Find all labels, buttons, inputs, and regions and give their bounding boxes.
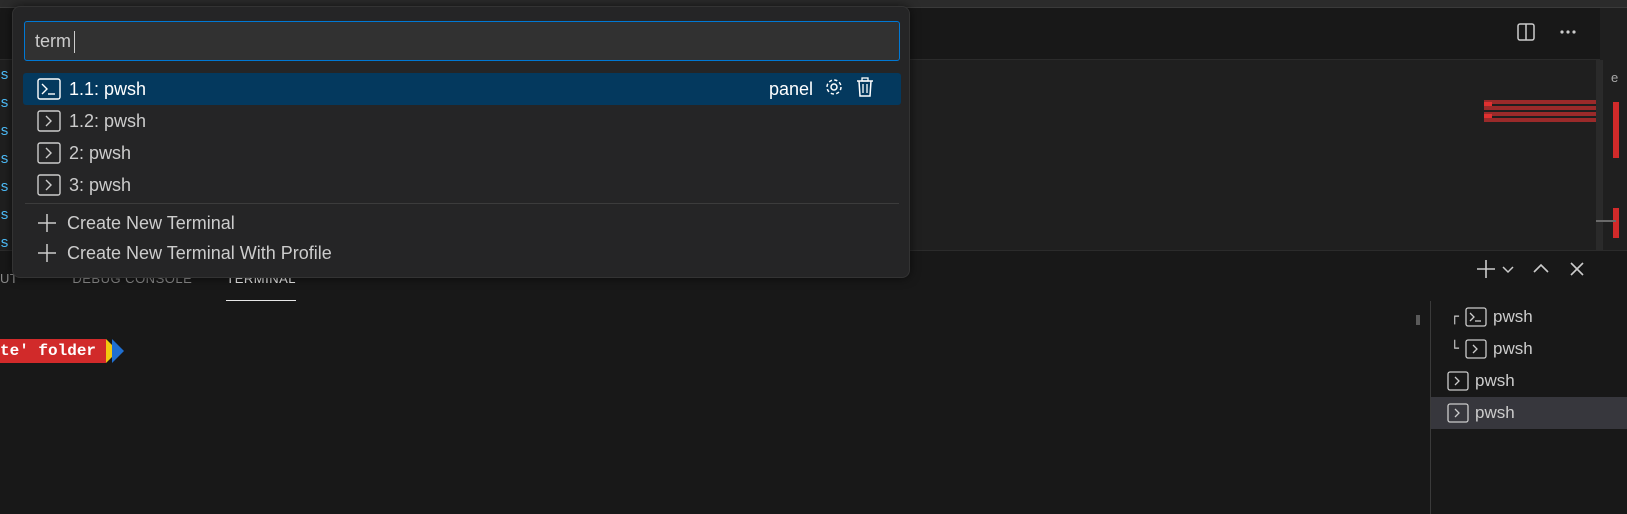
quick-pick-item[interactable]: 2: pwsh — [23, 137, 901, 169]
create-new-terminal-item[interactable]: Create New Terminal — [23, 208, 901, 238]
tree-connector: └ — [1450, 341, 1459, 357]
trash-icon[interactable] — [855, 76, 875, 103]
side-editor-text: e — [1611, 70, 1619, 85]
prompt-segment: te' folder — [0, 339, 107, 363]
prompt-arrow-blue — [112, 339, 125, 363]
minimap[interactable] — [1484, 100, 1596, 130]
quick-pick-item-label: 3: pwsh — [69, 174, 132, 195]
terminal-powershell-icon — [37, 77, 63, 101]
quick-pick-item-label: 1.2: pwsh — [69, 110, 147, 131]
terminal-icon — [1447, 371, 1469, 391]
plus-icon — [37, 243, 61, 263]
code-line-fragment: s — [0, 207, 8, 224]
terminal-powershell-icon — [1465, 307, 1487, 327]
plus-icon — [37, 213, 61, 233]
vscode-window: s s s s s s s e UT DEBUG CONSOLE TERMINA… — [0, 0, 1627, 514]
maximize-panel-icon[interactable] — [1531, 257, 1551, 281]
terminal-tab-item[interactable]: ┌ pwsh — [1431, 301, 1627, 333]
terminal-icon — [37, 109, 63, 133]
quick-pick-input[interactable]: term — [24, 21, 900, 61]
create-new-terminal-with-profile-label: Create New Terminal With Profile — [67, 242, 332, 263]
quick-pick-item[interactable]: 3: pwsh — [23, 169, 901, 201]
terminal-tab-label: pwsh — [1475, 371, 1515, 390]
bottom-panel: UT DEBUG CONSOLE TERMINAL te' folder ┌ p… — [0, 250, 1627, 514]
code-line-fragment: s — [0, 151, 8, 168]
terminal-output[interactable]: te' folder — [0, 339, 125, 363]
quick-pick: term 1.1: pwsh panel 1.2: pwsh 2: pwsh 3… — [12, 6, 910, 278]
more-actions-icon[interactable] — [1556, 20, 1580, 44]
quick-pick-item-actions: panel — [769, 76, 875, 103]
quick-pick-item-label: 2: pwsh — [69, 142, 132, 163]
panel-actions — [1475, 257, 1587, 281]
create-new-terminal-with-profile-item[interactable]: Create New Terminal With Profile — [23, 238, 901, 268]
tree-connector: ┌ — [1450, 309, 1459, 325]
code-line-fragment: s — [0, 95, 8, 112]
terminal-icon — [1465, 339, 1487, 359]
quick-pick-separator — [25, 203, 899, 204]
quick-pick-list: 1.1: pwsh panel 1.2: pwsh 2: pwsh 3: pws… — [23, 73, 901, 268]
terminal-tab-item[interactable]: └ pwsh — [1431, 333, 1627, 365]
chevron-down-icon[interactable] — [1501, 257, 1515, 281]
quick-pick-item-detail: panel — [768, 78, 813, 99]
terminal-tab-label: pwsh — [1493, 307, 1533, 326]
terminal-tab-label: pwsh — [1493, 339, 1533, 358]
code-line-fragment: s — [0, 67, 8, 84]
terminal-scrollbar[interactable] — [1416, 315, 1420, 325]
terminal-tab-item-selected[interactable]: pwsh — [1431, 397, 1627, 429]
code-line-fragment: s — [0, 179, 8, 196]
quick-pick-item-active[interactable]: 1.1: pwsh panel — [23, 73, 901, 105]
quick-pick-item[interactable]: 1.2: pwsh — [23, 105, 901, 137]
text-caret — [74, 31, 75, 54]
close-panel-icon[interactable] — [1567, 257, 1587, 281]
prompt-line: te' folder — [0, 339, 125, 363]
terminal-tab-label: pwsh — [1475, 403, 1515, 422]
scroll-thumb[interactable] — [1596, 220, 1616, 222]
terminal-icon — [37, 173, 63, 197]
terminal-icon — [1447, 403, 1469, 423]
editor-actions — [1514, 20, 1580, 44]
gear-icon[interactable] — [823, 76, 845, 103]
terminal-tab-item[interactable]: pwsh — [1431, 365, 1627, 397]
code-line-fragment: s — [0, 123, 8, 140]
terminal-tabs-list: ┌ pwsh └ pwsh pwsh pwsh — [1430, 301, 1627, 514]
code-line-fragment: s — [0, 235, 8, 248]
create-new-terminal-label: Create New Terminal — [67, 212, 235, 233]
quick-pick-item-label: 1.1: pwsh — [69, 78, 147, 99]
terminal-icon — [37, 141, 63, 165]
split-editor-icon[interactable] — [1514, 20, 1538, 44]
new-terminal-icon[interactable] — [1475, 257, 1497, 281]
quick-pick-input-value: term — [35, 31, 71, 51]
